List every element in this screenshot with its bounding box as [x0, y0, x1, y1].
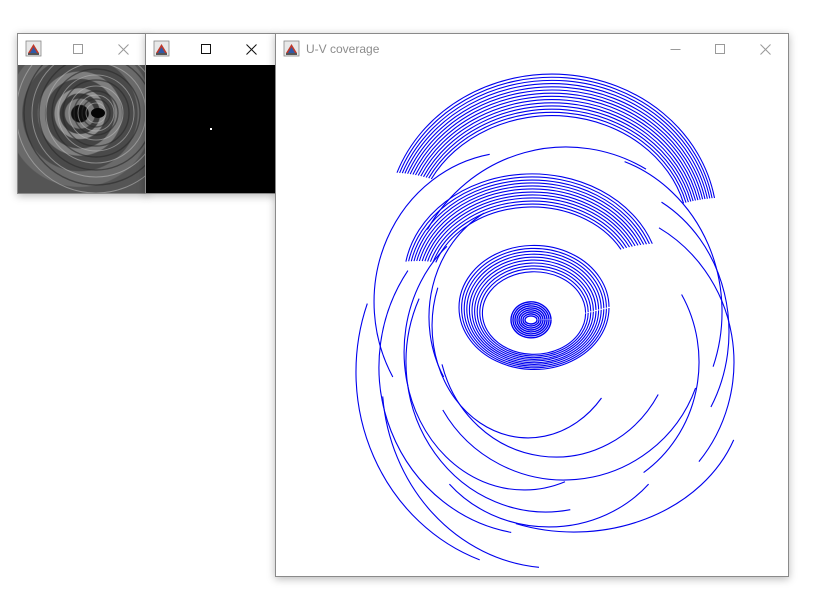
- maximize-icon: [201, 44, 211, 54]
- image-window[interactable]: [17, 33, 148, 194]
- uv-track-inner-loop: [474, 262, 594, 360]
- java-coffee-cup-icon[interactable]: [153, 40, 170, 57]
- uv-track-upper-outer: [428, 111, 687, 203]
- maximize-icon: [73, 44, 83, 54]
- java-coffee-cup-icon[interactable]: [283, 40, 300, 57]
- java-coffee-cup-icon[interactable]: [25, 40, 42, 57]
- uv-track-lower: [515, 439, 735, 533]
- maximize-button[interactable]: [186, 34, 226, 64]
- uv-track-lower: [426, 146, 647, 230]
- maximize-icon: [715, 44, 725, 54]
- close-icon: [245, 43, 257, 55]
- psf-window-titlebar[interactable]: [146, 34, 275, 64]
- maximize-button[interactable]: [697, 34, 743, 64]
- uv-coverage-window[interactable]: U-V coverage: [275, 33, 789, 577]
- uv-track-upper-outer: [423, 105, 692, 202]
- close-button[interactable]: [100, 34, 146, 64]
- dirty-image-rings: [18, 65, 147, 193]
- uv-track-lower: [658, 227, 735, 462]
- close-button[interactable]: [742, 34, 788, 64]
- close-icon: [759, 43, 771, 55]
- psf-window[interactable]: [145, 33, 276, 194]
- image-window-titlebar[interactable]: [18, 34, 147, 64]
- uv-canvas: [276, 65, 788, 576]
- uv-track-right: [643, 294, 700, 474]
- uv-track-upper-outer: [401, 79, 711, 199]
- close-button[interactable]: [228, 34, 274, 64]
- uv-track-upper-middle: [432, 203, 625, 263]
- uv-track-lower: [442, 387, 697, 481]
- uv-track-inner-loop: [481, 271, 587, 355]
- uv-track-right: [661, 201, 730, 408]
- uv-track-lower: [355, 303, 480, 561]
- uv-track-lower: [405, 298, 571, 513]
- uv-track-lower: [403, 245, 566, 491]
- uv-window-titlebar[interactable]: U-V coverage: [276, 34, 788, 64]
- minimize-button[interactable]: [652, 34, 698, 64]
- dirty-image-canvas: [18, 65, 147, 193]
- desktop: U-V coverage: [0, 0, 818, 609]
- uv-track-core: [524, 315, 538, 325]
- uv-track-lower: [378, 270, 512, 533]
- minimize-icon: [670, 48, 680, 50]
- minimize-button[interactable]: [58, 34, 98, 64]
- psf-canvas: [146, 65, 275, 193]
- uv-track-lower: [448, 483, 650, 528]
- uv-track-inner-loop: [466, 253, 602, 365]
- uv-window-title: U-V coverage: [306, 42, 380, 56]
- uv-track-lower: [441, 364, 659, 458]
- close-icon: [117, 43, 129, 55]
- uv-coverage-plot: [355, 73, 735, 568]
- uv-track-right: [624, 161, 723, 367]
- psf-center-dot: [210, 128, 212, 130]
